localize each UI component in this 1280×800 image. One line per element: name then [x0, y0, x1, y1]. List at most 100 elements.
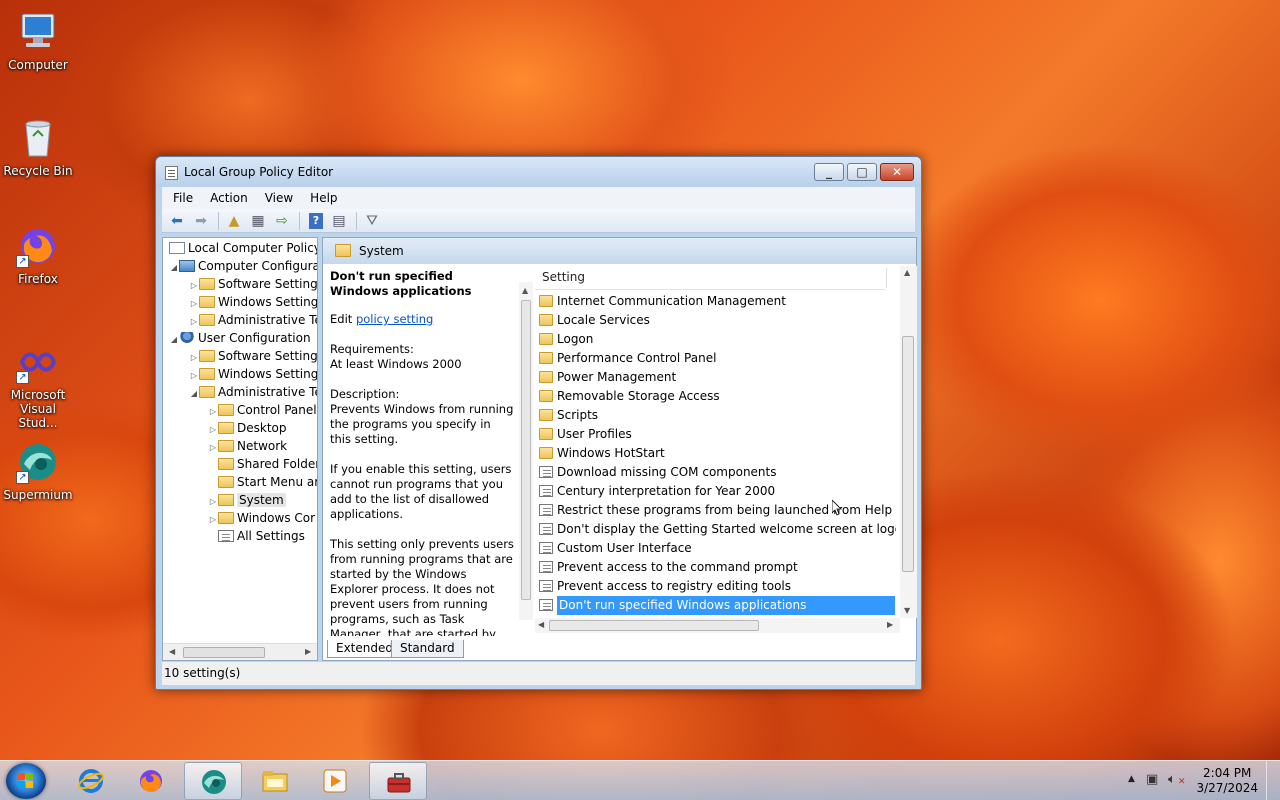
back-arrow-icon[interactable]: ⬅ — [166, 211, 188, 231]
tree-pane: Local Computer Policy ◢ Computer Configur… — [162, 237, 318, 661]
folder-icon — [335, 244, 351, 257]
maximize-button[interactable]: □ — [847, 163, 877, 181]
tree-item-label: Shared Folder — [237, 457, 318, 471]
list-scroll-thumb[interactable] — [902, 336, 914, 572]
list-item[interactable]: Locale Services — [537, 311, 896, 330]
scroll-left-icon[interactable]: ◀ — [169, 647, 175, 656]
scroll-right-icon[interactable]: ▶ — [305, 647, 311, 656]
taskbar-supermium[interactable] — [184, 762, 242, 800]
tree-item[interactable]: ◢ Administrative Te — [189, 383, 317, 403]
taskbar-group-policy-editor[interactable] — [369, 762, 427, 800]
tree-item[interactable]: All Settings — [208, 527, 305, 545]
policy-description-panel: Don't run specified Windows applications… — [327, 266, 517, 636]
list-item[interactable]: Power Management — [537, 368, 896, 387]
export-list-icon[interactable]: ⇨ — [271, 211, 293, 231]
list-item[interactable]: User Profiles — [537, 425, 896, 444]
menu-action[interactable]: Action — [199, 191, 254, 205]
menu-help[interactable]: Help — [299, 191, 343, 205]
list-item[interactable]: Scripts — [537, 406, 896, 425]
tree-item[interactable]: Start Menu ar — [208, 473, 317, 491]
description-scroll-thumb[interactable] — [521, 300, 531, 600]
list-item[interactable]: Windows HotStart — [537, 444, 896, 463]
list-hscroll-thumb[interactable] — [549, 620, 759, 631]
tree-item[interactable]: ▷ Software Settings — [189, 275, 317, 293]
edit-policy-link[interactable]: policy setting — [356, 312, 433, 326]
desktop-icon-firefox[interactable]: ↗ Firefox — [0, 224, 76, 286]
list-vertical-scrollbar[interactable]: ▲ ▼ — [900, 266, 917, 618]
tree-scroll-thumb[interactable] — [183, 647, 265, 658]
network-icon[interactable]: ▣ — [1146, 772, 1158, 787]
show-desktop-button[interactable] — [1266, 761, 1280, 800]
desktop-icon-recycle-bin[interactable]: Recycle Bin — [0, 116, 76, 178]
scroll-up-icon[interactable]: ▲ — [904, 268, 910, 277]
taskbar-internet-explorer[interactable] — [62, 762, 120, 800]
list-item[interactable]: Don't run specified Windows applications — [537, 596, 896, 615]
folder-icon — [539, 390, 553, 402]
list-item[interactable]: Download missing COM components — [537, 463, 896, 482]
tree-item[interactable]: Shared Folder — [208, 455, 318, 473]
scroll-down-icon[interactable]: ▼ — [904, 606, 910, 615]
title-bar[interactable]: Local Group Policy Editor _ □ ✕ — [156, 157, 921, 187]
forward-arrow-icon[interactable]: ➡ — [190, 211, 212, 231]
tree-item[interactable]: ▷ Administrative Te — [189, 311, 317, 329]
list-item[interactable]: Performance Control Panel — [537, 349, 896, 368]
list-item[interactable]: Prevent access to registry editing tools — [537, 577, 896, 596]
show-hide-tree-icon[interactable]: ▦ — [247, 211, 269, 231]
taskbar-file-explorer[interactable] — [246, 762, 304, 800]
list-item[interactable]: Custom User Interface — [537, 539, 896, 558]
list-item[interactable]: Prevent access to the command prompt — [537, 558, 896, 577]
expanded-arrow-icon[interactable]: ◢ — [169, 331, 179, 349]
close-button[interactable]: ✕ — [880, 163, 914, 181]
minimize-icon: _ — [826, 165, 832, 179]
folder-icon — [218, 404, 234, 416]
scroll-right-icon[interactable]: ▶ — [887, 620, 893, 629]
tree-item[interactable]: ◢ User Configuration — [169, 329, 311, 347]
list-horizontal-scrollbar[interactable]: ◀ ▶ — [535, 618, 900, 633]
media-player-icon — [323, 769, 347, 793]
tree-item[interactable]: ▷ Control Panel — [208, 401, 317, 419]
tree-item[interactable]: ▷ Desktop — [208, 419, 287, 437]
description-scrollbar[interactable]: ▲ — [519, 282, 533, 620]
column-header-setting[interactable]: Setting — [535, 266, 887, 290]
tree-item[interactable]: ◢ Computer Configura — [169, 257, 317, 277]
edit-prefix: Edit — [330, 312, 353, 326]
desktop-icon-computer[interactable]: Computer — [0, 10, 76, 72]
tree-item[interactable]: ▷ Windows Cor — [208, 509, 315, 527]
help-icon[interactable]: ? — [309, 212, 323, 229]
desktop-icon-supermium[interactable]: ↗ Supermium — [0, 440, 76, 502]
desktop-icon-visual-studio[interactable]: ↗ Microsoft Visual Stud... — [0, 340, 76, 430]
list-item[interactable]: Internet Communication Management — [537, 292, 896, 311]
tree-item-label: All Settings — [237, 529, 305, 543]
start-button[interactable] — [6, 763, 46, 799]
properties-icon[interactable]: ▤ — [328, 211, 350, 231]
minimize-button[interactable]: _ — [814, 163, 844, 181]
tree-item[interactable]: ▷ System — [208, 491, 286, 509]
tree-item[interactable]: ▷ Windows Setting — [189, 293, 317, 311]
show-hidden-icons-icon[interactable]: ▲ — [1128, 774, 1135, 784]
scroll-up-icon[interactable]: ▲ — [522, 286, 528, 295]
filter-icon[interactable]: ⛛ — [361, 211, 383, 231]
list-item[interactable]: Logon — [537, 330, 896, 349]
tree-item[interactable]: ▷ Software Settings — [189, 347, 318, 365]
menu-file[interactable]: File — [162, 191, 199, 205]
list-item[interactable]: Don't display the Getting Started welcom… — [537, 520, 896, 539]
up-folder-icon[interactable]: ▲ — [223, 211, 245, 231]
tree-item-root[interactable]: Local Computer Policy — [169, 239, 317, 257]
tree-horizontal-scrollbar[interactable]: ◀ ▶ — [163, 643, 317, 660]
list-item[interactable]: Restrict these programs from being launc… — [537, 501, 896, 520]
tree-item-label: Software Settings — [218, 349, 318, 363]
list-item[interactable]: Century interpretation for Year 2000 — [537, 482, 896, 501]
taskbar-firefox[interactable] — [122, 762, 180, 800]
expanded-arrow-icon[interactable]: ◢ — [169, 259, 179, 277]
tree-item[interactable]: ▷ Windows Setting — [189, 365, 317, 383]
scroll-left-icon[interactable]: ◀ — [538, 620, 544, 629]
clock[interactable]: 2:04 PM 3/27/2024 — [1196, 766, 1258, 796]
expanded-arrow-icon[interactable]: ◢ — [189, 385, 199, 403]
list-item[interactable]: Removable Storage Access — [537, 387, 896, 406]
tab-standard[interactable]: Standard — [391, 640, 464, 658]
tree-item[interactable]: ▷ Network — [208, 437, 287, 455]
taskbar-media-player[interactable] — [306, 762, 364, 800]
menu-view[interactable]: View — [254, 191, 299, 205]
volume-muted-icon[interactable]: 🔈︎ — [1168, 772, 1176, 787]
details-pane: System Don't run specified Windows appli… — [322, 237, 917, 661]
